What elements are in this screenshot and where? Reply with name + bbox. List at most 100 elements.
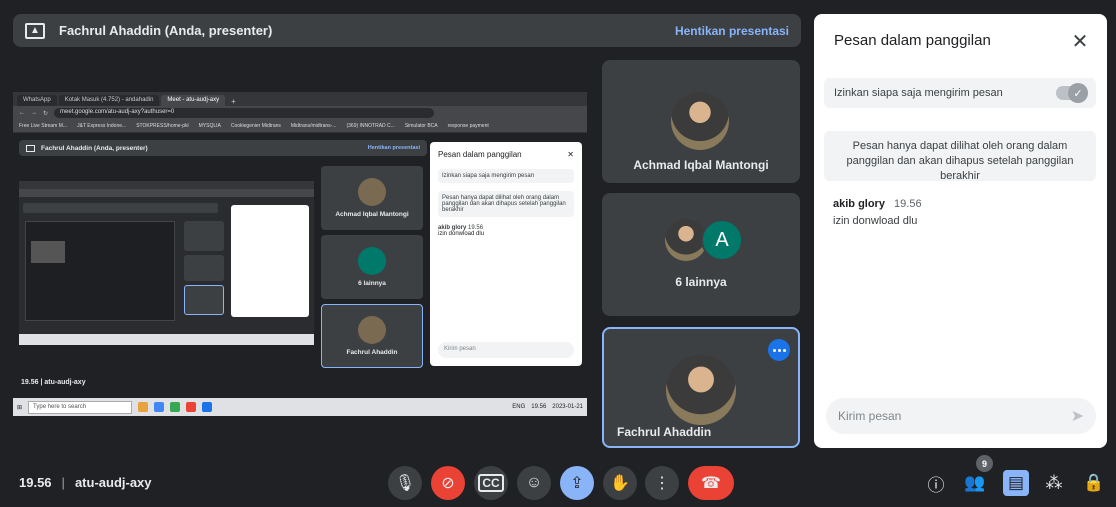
inner-chat-input: Kirim pesan [438,342,574,358]
close-icon[interactable]: ✕ [1067,28,1093,54]
bookmark: (369) INNOTRAD C... [346,123,395,129]
participant-name: 6 lainnya [675,275,727,289]
camera-off-icon: ⊘ [441,475,455,492]
divider: | [61,475,65,490]
taskbar-app-icon [202,402,213,412]
meeting-details: 19.56 | atu-audj-axy [19,475,152,490]
mic-icon: 🎙 [394,475,416,492]
phone-hangup-icon: ☎ [701,475,721,492]
inner-meet-view: Fachrul Ahaddin (Anda, presenter) Hentik… [13,133,587,398]
reload-icon: ↻ [43,110,49,117]
close-icon: ✕ [567,150,574,159]
participant-tile-others[interactable]: A 6 lainnya [602,193,800,316]
bookmark: STOKPRESS/home-pkl [136,123,189,129]
chat-input[interactable]: Kirim pesan ➤ [826,398,1096,434]
captions-button[interactable]: CC [474,466,508,500]
inner-chat-title: Pesan dalam panggilan [438,150,522,159]
chat-permission-toggle[interactable]: ✓ [1056,83,1088,103]
stop-presenting-button[interactable]: Hentikan presentasi [675,24,789,38]
message-header: akib glory 19.56 [833,198,922,210]
chat-panel: Pesan dalam panggilan ✕ Izinkan siapa sa… [814,14,1107,448]
avatar [358,178,386,206]
new-tab-icon: + [231,97,236,106]
browser-tab: Kotak Masuk (4.752) - andahadin [58,95,160,106]
host-controls-button[interactable]: 🔒 [1081,470,1107,496]
inner-tile-others: 6 lainnya [321,235,423,299]
captions-icon: CC [478,474,504,492]
bookmark: J&T Express Indone... [77,123,127,129]
participant-tile-fachrul[interactable]: Fachrul Ahaddin [602,327,800,448]
chat-notice: Pesan hanya dapat dilihat oleh orang dal… [824,131,1096,182]
message-text: izin donwload dlu [833,215,918,227]
chat-permission-row: Izinkan siapa saja mengirim pesan ✓ [824,78,1096,108]
message-sender: akib glory [833,198,885,210]
inner-tile-name: 6 lainnya [358,280,386,287]
meeting-info-button[interactable]: ⓘ [923,470,949,496]
reactions-button[interactable]: ☺ [517,466,551,500]
taskbar-app-icon [138,402,149,412]
participant-name: Achmad Iqbal Mantongi [633,158,769,172]
inner-meeting-info: 19.56 | atu-audj-axy [21,378,86,386]
taskbar-app-icon [186,402,197,412]
inner-tile-name: Achmad Iqbal Mantongi [335,211,409,218]
taskbar-app-icon [170,402,181,412]
participant-name: Fachrul Ahaddin [617,425,712,439]
hand-icon: ✋ [610,475,630,492]
inner-chat-message: izin donwload dlu [438,231,485,237]
chat-button[interactable]: ▤ [1003,470,1029,496]
inner-tile-fachrul: Fachrul Ahaddin [321,304,423,368]
participant-tile-achmad[interactable]: Achmad Iqbal Mantongi [602,60,800,183]
microphone-button[interactable]: 🎙 [388,466,422,500]
present-screen-button[interactable]: ⇪ [560,466,594,500]
present-screen-icon: ⇪ [570,475,584,492]
avatar [671,92,729,150]
chat-title: Pesan dalam panggilan [834,32,991,49]
browser-address-row: ← → ↻ meet.google.com/atu-audj-axy?authu… [13,106,587,120]
bookmark: Cookiegenier Midtrans [230,123,281,129]
bookmark: MYSQLIA [198,123,221,129]
shared-screen: WhatsApp Kotak Masuk (4.752) - andahadin… [13,92,587,416]
bookmark: Simulator BCA [404,123,438,129]
taskbar-search: Type here to search [28,400,133,414]
meeting-code: atu-audj-axy [74,475,152,490]
emoji-icon: ☺ [525,474,543,491]
avatar [666,355,736,425]
raise-hand-button[interactable]: ✋ [603,466,637,500]
inner-stop-presenting: Hentikan presentasi [367,145,420,151]
browser-tab-strip: WhatsApp Kotak Masuk (4.752) - andahadin… [13,92,587,106]
inner-chat-panel: Pesan dalam panggilan ✕ Izinkan siapa saj… [430,142,582,366]
inner-presenter-bar: Fachrul Ahaddin (Anda, presenter) Hentik… [19,140,427,156]
taskbar-app-icon [154,402,165,412]
lock-person-icon: 🔒 [1083,473,1105,492]
activities-button[interactable]: ⁂ [1041,470,1067,496]
present-screen-icon: ▲ [25,22,45,39]
inner-chat-notice: Pesan hanya dapat dilihat oleh orang dal… [438,191,574,217]
message-time: 19.56 [894,198,922,210]
avatar [358,247,386,275]
more-vert-icon: ⋮ [654,475,670,492]
avatar-letter: A [701,219,743,261]
inner-tile-achmad: Achmad Iqbal Mantongi [321,166,423,230]
chat-input-placeholder: Kirim pesan [838,409,902,423]
chat-permission-label: Izinkan siapa saja mengirim pesan [834,87,1003,99]
inner-presenter-title: Fachrul Ahaddin (Anda, presenter) [41,144,148,152]
windows-start-icon: ⊞ [17,404,23,411]
back-icon: ← [19,110,25,116]
taskbar-time: 19.56 [531,404,547,410]
bookmarks-bar: Free Live Stream M... J&T Express Indone… [13,120,587,133]
info-icon: ⓘ [927,475,945,495]
shapes-icon: ⁂ [1045,473,1063,492]
browser-url: meet.google.com/atu-audj-axy?authuser=0 [54,108,435,118]
avatar [358,316,386,344]
bookmark: Free Live Stream M... [19,123,68,129]
more-options-button[interactable]: ⋮ [645,466,679,500]
end-call-button[interactable]: ☎ [688,466,734,500]
chat-icon: ▤ [1007,473,1025,492]
bookmark: Midtrans/midtrans-... [290,123,337,129]
send-icon[interactable]: ➤ [1071,406,1084,426]
browser-tab: WhatsApp [17,95,57,106]
camera-off-button[interactable]: ⊘ [431,466,465,500]
recursive-screen-preview [19,181,314,345]
windows-taskbar: ⊞ Type here to search ENG 19.56 2023-01-… [13,398,587,416]
participants-button[interactable]: 👥 [962,470,988,496]
